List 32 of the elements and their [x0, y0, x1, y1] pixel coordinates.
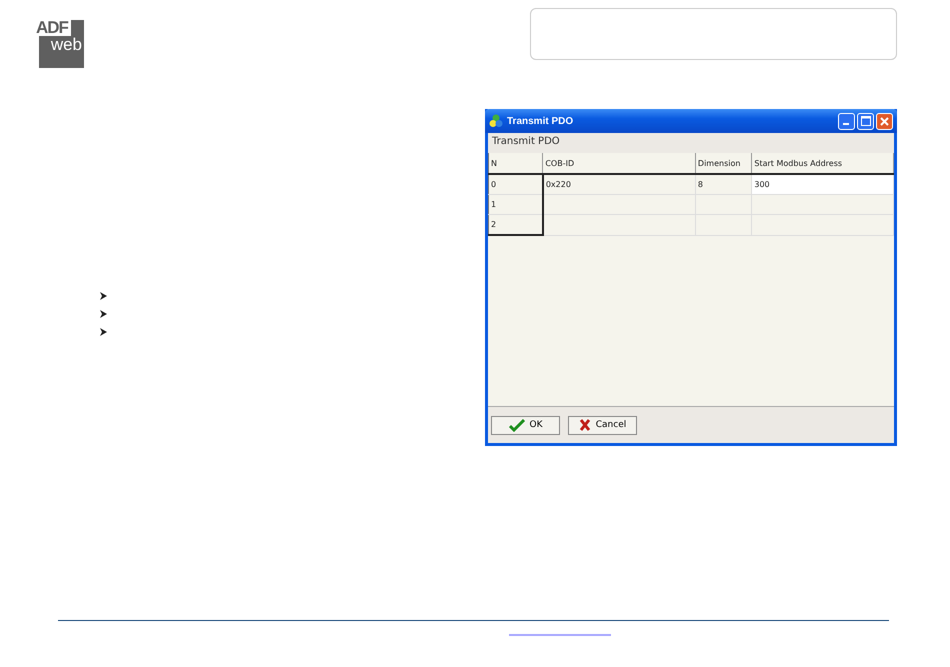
table-cell[interactable]: 8 [695, 174, 752, 194]
table-cell[interactable]: 0x220 [542, 174, 696, 194]
x-icon [578, 419, 591, 431]
arrow-bullet-icon [100, 328, 107, 336]
arrow-bullet-icon [100, 292, 107, 300]
section-label: Transmit PDO [491, 135, 561, 149]
minimize-button[interactable] [838, 112, 855, 130]
table-cell[interactable] [752, 214, 894, 235]
table-cell[interactable] [542, 194, 696, 214]
row-header[interactable]: 1 [488, 194, 543, 214]
table-cell[interactable] [695, 214, 752, 235]
app-icon [489, 114, 503, 128]
column-header[interactable]: N [488, 153, 543, 174]
table-cell[interactable] [542, 214, 696, 235]
logo: ADF web [39, 20, 84, 68]
close-button[interactable] [876, 112, 893, 130]
row-header[interactable]: 0 [488, 174, 543, 194]
column-header[interactable]: COB-ID [542, 153, 696, 174]
maximize-icon [860, 116, 870, 126]
window-title: Transmit PDO [507, 116, 574, 126]
arrow-bullet-icon [100, 310, 107, 318]
cancel-button[interactable]: Cancel [568, 416, 637, 434]
column-header[interactable]: Dimension [695, 153, 752, 174]
table-cell[interactable]: 300 [752, 174, 894, 194]
table-cell[interactable] [695, 194, 752, 214]
checkmark-icon [508, 418, 524, 432]
row-header[interactable]: 2 [488, 214, 543, 235]
column-header[interactable]: Start Modbus Address [752, 153, 894, 174]
close-icon [880, 116, 889, 126]
maximize-button[interactable] [857, 112, 874, 130]
ok-button[interactable]: OK [491, 416, 560, 434]
table-cell[interactable] [752, 194, 894, 214]
